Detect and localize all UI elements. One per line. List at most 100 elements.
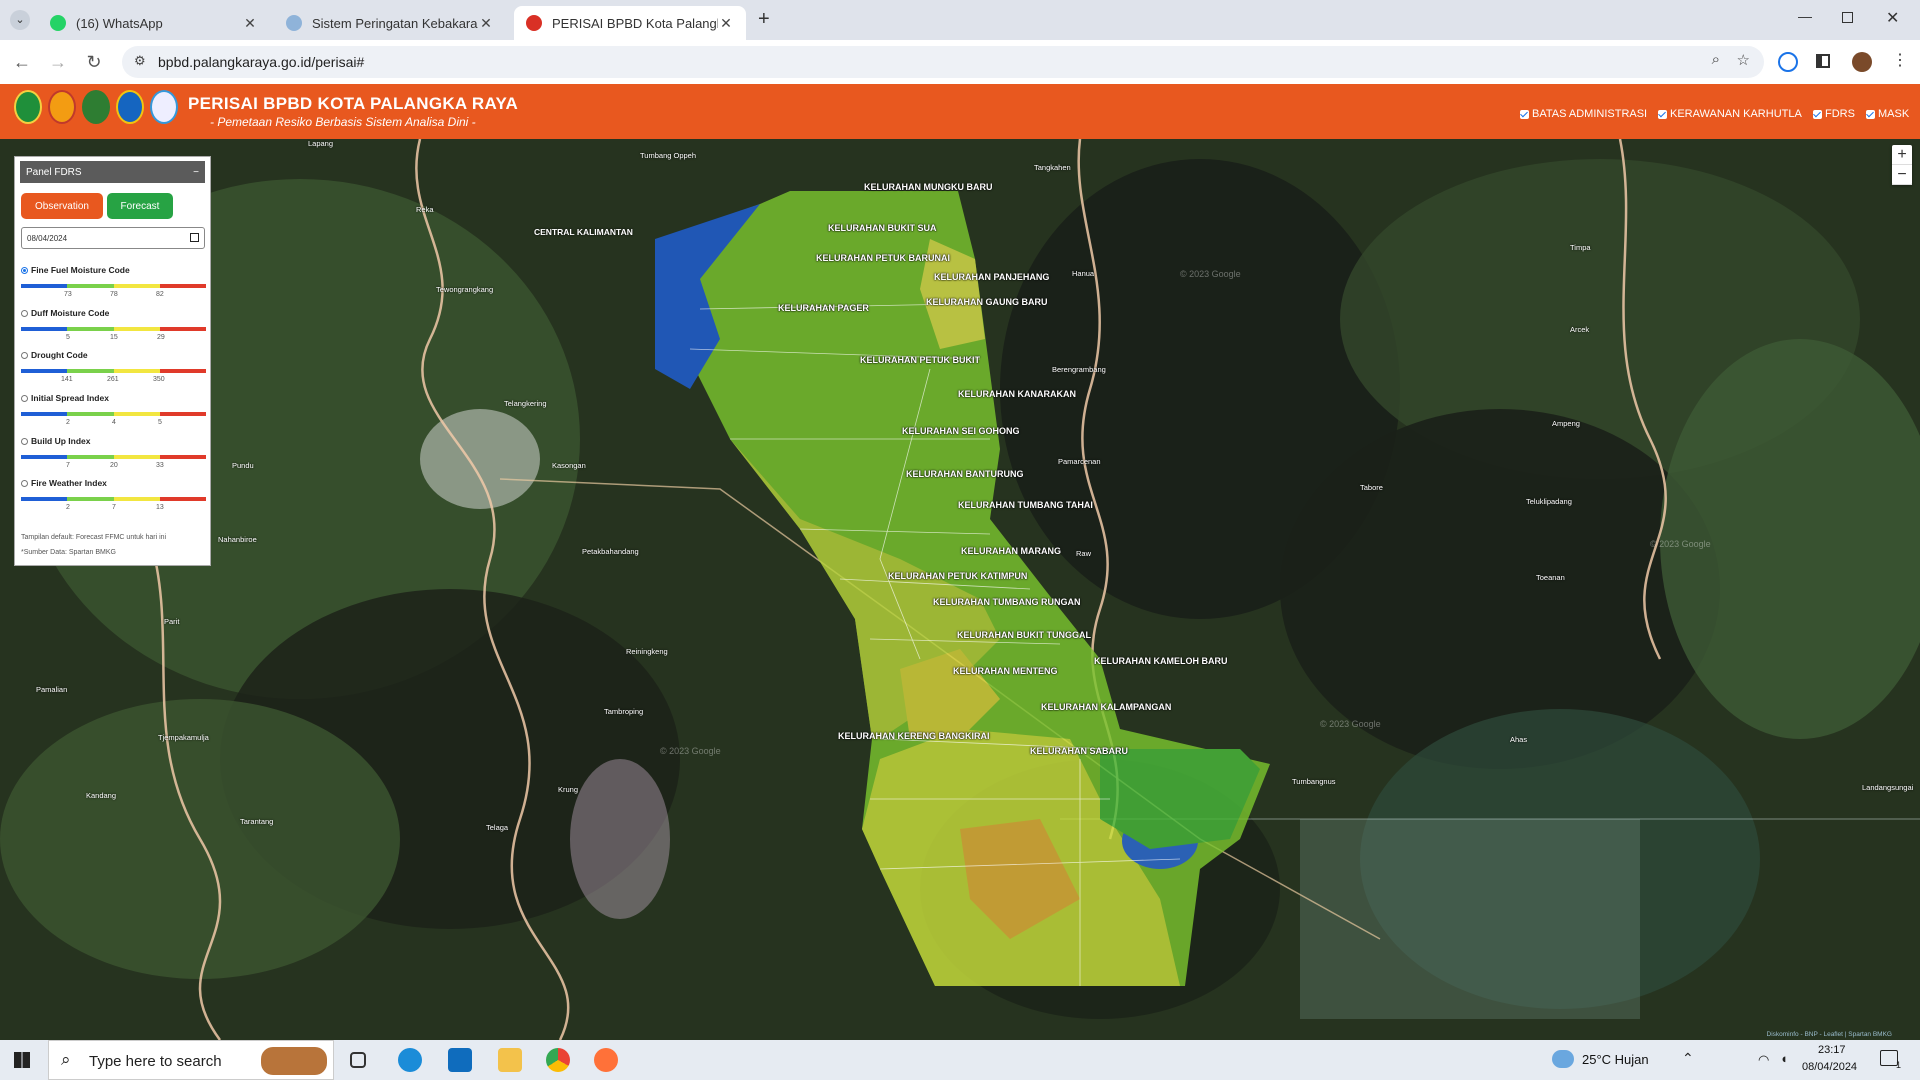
index-fine-fuel-moisture-code[interactable]: Fine Fuel Moisture Code 73 78 82 (21, 265, 206, 298)
kelurahan-label: KELURAHAN PETUK BARUNAI (816, 253, 950, 263)
sidepanel-icon[interactable] (1816, 54, 1830, 68)
chrome-icon[interactable] (546, 1048, 570, 1072)
zoom-out-button[interactable]: − (1892, 165, 1912, 185)
radio-icon[interactable] (21, 479, 28, 487)
restore-icon[interactable] (1842, 12, 1853, 23)
index-fire-weather-index[interactable]: Fire Weather Index 2 7 13 (21, 478, 206, 511)
network-icon[interactable]: ◠ (1758, 1052, 1769, 1068)
place-label: Hanua (1072, 269, 1095, 278)
place-label: Nahanbiroe (218, 535, 257, 544)
clock-date[interactable]: 08/04/2024 (1802, 1061, 1857, 1073)
radio-icon[interactable] (21, 309, 28, 317)
index-initial-spread-index[interactable]: Initial Spread Index 245 (21, 393, 206, 426)
site-info-icon[interactable]: ⚙ (134, 53, 146, 69)
kelurahan-label: KELURAHAN SABARU (1030, 746, 1128, 756)
kelurahan-label: KELURAHAN KAMELOH BARU (1094, 656, 1228, 666)
toggle-mask[interactable]: MASK (1866, 108, 1909, 120)
kelurahan-label: KELURAHAN KERENG BANGKIRAI (838, 731, 990, 741)
checkbox-icon[interactable] (1866, 109, 1875, 119)
date-input[interactable]: 08/04/2024 (21, 227, 205, 249)
place-label: Reiningkeng (626, 647, 668, 656)
map-view[interactable]: KELURAHAN MUNGKU BARU KELURAHAN BUKIT SU… (0, 139, 1920, 1040)
place-label: Tarantang (240, 817, 274, 826)
mail-icon[interactable] (448, 1048, 472, 1072)
clock-time[interactable]: 23:17 (1818, 1044, 1846, 1056)
place-label: Ahas (1510, 735, 1528, 744)
reload-icon[interactable]: ↻ (82, 50, 106, 74)
firefox-icon[interactable] (594, 1048, 618, 1072)
place-label: Ampeng (1552, 419, 1580, 428)
kelurahan-label: KELURAHAN PANJEHANG (934, 272, 1050, 282)
forecast-button[interactable]: Forecast (107, 193, 173, 219)
zoom-control: + − (1892, 145, 1912, 185)
kelurahan-label: KELURAHAN MENTENG (953, 666, 1058, 676)
kelurahan-label: KELURAHAN TUMBANG RUNGAN (933, 597, 1081, 607)
radio-icon[interactable] (21, 266, 28, 274)
calendar-icon[interactable] (190, 233, 199, 242)
kelurahan-label: KELURAHAN KANARAKAN (958, 389, 1076, 399)
kelurahan-label: KELURAHAN PETUK BUKIT (860, 355, 980, 365)
radio-icon[interactable] (21, 437, 28, 445)
windows-start-icon[interactable] (14, 1052, 30, 1068)
bookmark-star-icon[interactable]: ☆ (1737, 51, 1750, 69)
panel-note: Tampilan default: Forecast FFMC untuk ha… (21, 534, 167, 541)
menu-icon[interactable]: ⋮ (1892, 50, 1908, 70)
close-icon[interactable]: ✕ (718, 15, 734, 32)
close-window-icon[interactable]: ✕ (1886, 8, 1899, 28)
index-build-up-index[interactable]: Build Up Index 7 20 33 (21, 436, 206, 469)
place-label: Lapang (308, 139, 334, 148)
place-label: Raw (1076, 549, 1092, 558)
place-label: Tumbangnus (1292, 777, 1336, 786)
address-bar[interactable]: ⚙ bpbd.palangkaraya.go.id/perisai# ⌕ ☆ (122, 46, 1764, 78)
place-label: Telangkering (504, 399, 547, 408)
taskbar-search[interactable]: ⌕ Type here to search (48, 1040, 334, 1080)
hedgehog-icon (261, 1047, 327, 1075)
close-icon[interactable]: ✕ (242, 15, 258, 32)
new-tab-icon[interactable]: + (758, 8, 770, 31)
tab-sistem-peringatan[interactable]: Sistem Peringatan Kebakaran H ✕ (274, 6, 506, 40)
observation-button[interactable]: Observation (21, 193, 103, 219)
chevron-up-icon[interactable]: ⌃ (1682, 1050, 1694, 1067)
checkbox-icon[interactable] (1520, 109, 1529, 119)
close-icon[interactable]: ✕ (478, 15, 494, 32)
weather-icon[interactable] (1552, 1050, 1574, 1068)
toggle-kerawanan-karhutla[interactable]: KERAWANAN KARHUTLA (1658, 108, 1802, 120)
watermark: © 2023 Google (1180, 269, 1241, 279)
index-duff-moisture-code[interactable]: Duff Moisture Code 5 15 29 (21, 308, 206, 341)
avatar[interactable] (1852, 52, 1872, 72)
volume-icon[interactable]: ◖ (1780, 1051, 1788, 1066)
place-label: CENTRAL KALIMANTAN (534, 227, 633, 237)
tab-perisai[interactable]: PERISAI BPBD Kota Palangka Ra ✕ (514, 6, 746, 40)
map-attribution[interactable]: Diskominfo - BNP - Leaflet | Spartan BMK… (1767, 1031, 1892, 1038)
back-icon[interactable]: ← (10, 50, 34, 74)
file-explorer-icon[interactable] (498, 1048, 522, 1072)
download-icon[interactable] (1778, 52, 1798, 72)
tab-whatsapp[interactable]: (16) WhatsApp ✕ (38, 6, 270, 40)
whatsapp-icon (50, 15, 66, 31)
task-view-icon[interactable] (350, 1052, 366, 1068)
site-subtitle: - Pemetaan Resiko Berbasis Sistem Analis… (210, 115, 476, 129)
radio-icon[interactable] (21, 394, 28, 402)
panel-title: Panel FDRS (26, 166, 82, 178)
checkbox-icon[interactable] (1813, 109, 1822, 119)
place-label: Tangkahen (1034, 163, 1071, 172)
tab-list-icon[interactable]: ⌄ (10, 10, 30, 30)
url-text: bpbd.palangkaraya.go.id/perisai# (158, 54, 365, 70)
toggle-batas-administrasi[interactable]: BATAS ADMINISTRASI (1520, 108, 1647, 120)
zoom-in-button[interactable]: + (1892, 145, 1912, 165)
edge-icon[interactable] (398, 1048, 422, 1072)
weather-text[interactable]: 25°C Hujan (1582, 1052, 1649, 1067)
toggle-fdrs[interactable]: FDRS (1813, 108, 1855, 120)
minimize-icon[interactable]: — (1798, 8, 1812, 24)
radio-icon[interactable] (21, 351, 28, 359)
checkbox-icon[interactable] (1658, 109, 1667, 119)
search-icon[interactable]: ⌕ (1712, 51, 1720, 68)
place-label: Kasongan (552, 461, 586, 470)
place-label: Pundu (232, 461, 254, 470)
collapse-icon[interactable]: − (193, 167, 199, 178)
forward-icon[interactable]: → (46, 50, 70, 74)
index-drought-code[interactable]: Drought Code 141 261 350 (21, 350, 206, 383)
bpbd-logo-icon (82, 90, 110, 124)
kelurahan-label: KELURAHAN GAUNG BARU (926, 297, 1048, 307)
date-value: 08/04/2024 (27, 234, 68, 243)
